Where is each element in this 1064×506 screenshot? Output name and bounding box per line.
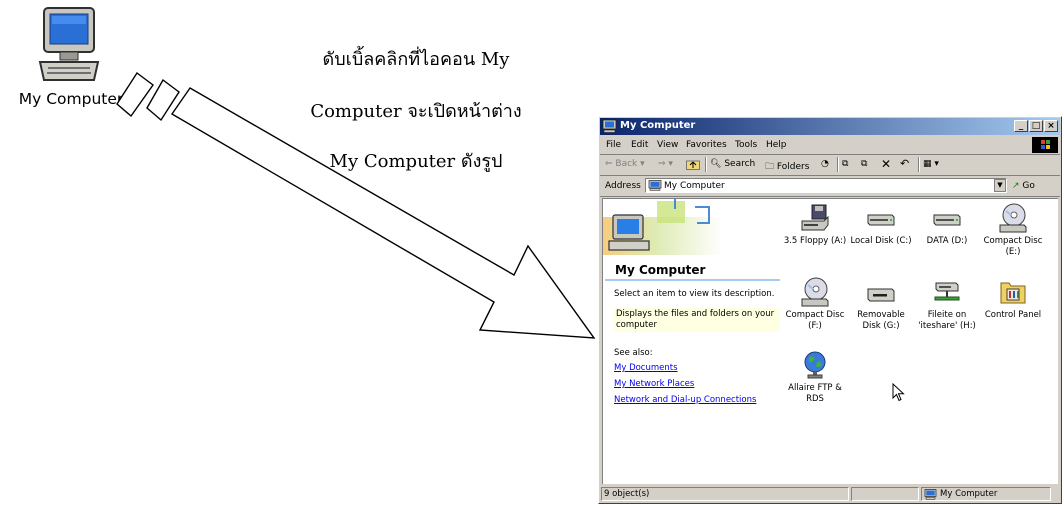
- back-label: Back: [615, 159, 638, 169]
- status-zone-panel: My Computer: [921, 487, 1051, 501]
- move-to-icon: ⧉: [842, 159, 849, 169]
- views-icon: ▦: [923, 159, 932, 169]
- item-removable-g[interactable]: Removable Disk (G:): [847, 277, 915, 332]
- hard-disk-icon: [867, 214, 895, 226]
- item-label: DATA (D:): [926, 236, 968, 246]
- undo-button[interactable]: ↶: [900, 157, 909, 170]
- item-label: Local Disk (C:): [850, 236, 912, 246]
- up-folder-button[interactable]: [686, 159, 700, 173]
- search-button[interactable]: 🔍︎ Search: [710, 159, 755, 169]
- item-control-panel[interactable]: Control Panel: [979, 277, 1047, 321]
- globe-icon: [804, 351, 826, 379]
- menu-file[interactable]: File: [606, 140, 621, 150]
- status-empty-panel: [851, 487, 919, 501]
- item-cd-f[interactable]: Compact Disc (F:): [781, 277, 849, 332]
- maximize-button[interactable]: □: [1029, 120, 1043, 132]
- window-title: My Computer: [620, 120, 696, 131]
- menu-view[interactable]: View: [657, 140, 678, 150]
- search-icon: 🔍︎: [710, 159, 722, 169]
- menu-favorites[interactable]: Favorites: [686, 140, 727, 150]
- hard-disk-icon: [933, 214, 961, 226]
- my-computer-window: My Computer _ □ × File Edit View Favorit…: [598, 116, 1062, 504]
- copy-to-button[interactable]: ⧉: [861, 159, 867, 169]
- address-input[interactable]: My Computer ▼: [645, 178, 1007, 193]
- address-bar: Address My Computer ▼ ↗ Go: [600, 176, 1060, 197]
- item-network-h[interactable]: Fileite on 'iteshare' (H:): [913, 277, 981, 332]
- go-button[interactable]: ↗ Go: [1012, 181, 1035, 191]
- close-button[interactable]: ×: [1044, 120, 1058, 132]
- menu-edit[interactable]: Edit: [631, 140, 648, 150]
- computer-banner-icon: [603, 199, 785, 259]
- content-area: My Computer Select an item to view its d…: [602, 198, 1058, 484]
- description-box: Displays the files and folders on your c…: [614, 308, 780, 332]
- floppy-drive-icon: [801, 204, 829, 231]
- cd-drive-icon: [999, 203, 1027, 233]
- removable-disk-icon: [867, 288, 895, 302]
- forward-button[interactable]: ⇒ ▾: [658, 159, 673, 169]
- item-cd-e[interactable]: Compact Disc (E:): [979, 203, 1047, 258]
- minimize-button[interactable]: _: [1014, 120, 1028, 132]
- link-my-documents[interactable]: My Documents: [614, 363, 678, 373]
- move-to-button[interactable]: ⧉: [842, 159, 848, 169]
- chevron-down-icon[interactable]: ▼: [994, 179, 1006, 192]
- back-arrow-icon: ⇐: [605, 159, 613, 169]
- delete-icon: ✕: [881, 157, 892, 171]
- title-divider: [605, 279, 780, 281]
- folders-icon: 🗀: [765, 162, 775, 172]
- item-label: Fileite on 'iteshare' (H:): [918, 310, 976, 331]
- computer-icon: [602, 119, 617, 133]
- status-bar: 9 object(s) My Computer: [600, 486, 1060, 502]
- item-label: Compact Disc (E:): [983, 236, 1043, 257]
- windows-logo-icon: [1032, 137, 1058, 153]
- status-count-panel: 9 object(s): [601, 487, 849, 501]
- go-label: Go: [1022, 181, 1035, 191]
- menu-help[interactable]: Help: [766, 140, 787, 150]
- folders-label: Folders: [776, 162, 810, 172]
- computer-icon: [648, 180, 662, 191]
- item-label: Compact Disc (F:): [785, 310, 845, 331]
- delete-button[interactable]: ✕: [881, 157, 891, 171]
- item-label: 3.5 Floppy (A:): [783, 236, 847, 246]
- undo-icon: ↶: [900, 157, 910, 170]
- see-also-label: See also:: [614, 348, 653, 358]
- history-icon: ◔: [821, 159, 829, 169]
- mouse-cursor-icon: [892, 383, 905, 402]
- item-label: Allaire FTP & RDS: [788, 383, 842, 404]
- status-zone: My Computer: [940, 489, 998, 499]
- title-bar[interactable]: My Computer _ □ ×: [600, 118, 1060, 135]
- computer-icon: [924, 489, 937, 500]
- item-floppy-a[interactable]: 3.5 Floppy (A:): [781, 203, 849, 247]
- item-label: Removable Disk (G:): [857, 310, 905, 331]
- search-label: Search: [724, 159, 756, 169]
- folders-button[interactable]: 🗀 Folders: [765, 159, 809, 175]
- item-local-disk-c[interactable]: Local Disk (C:): [847, 203, 915, 247]
- left-pane-title: My Computer: [615, 263, 706, 277]
- item-data-d[interactable]: DATA (D:): [913, 203, 981, 247]
- go-arrow-icon: ↗: [1012, 181, 1020, 191]
- cd-drive-icon: [801, 277, 829, 307]
- standard-toolbar: ⇐ Back ▾ ⇒ ▾ 🔍︎ Search 🗀 Folders ◔ ⧉ ⧉ ✕…: [600, 155, 1060, 176]
- status-count: 9 object(s): [604, 489, 650, 499]
- item-allaire-ftp[interactable]: Allaire FTP & RDS: [781, 350, 849, 405]
- up-folder-icon: [686, 160, 700, 170]
- views-button[interactable]: ▦ ▾: [923, 159, 939, 169]
- history-button[interactable]: ◔: [821, 159, 829, 169]
- menu-tools[interactable]: Tools: [735, 140, 757, 150]
- link-my-network-places[interactable]: My Network Places: [614, 379, 694, 389]
- address-label: Address: [605, 181, 641, 191]
- network-drive-icon: [934, 282, 960, 301]
- forward-arrow-icon: ⇒: [658, 159, 666, 169]
- back-button[interactable]: ⇐ Back ▾: [605, 159, 645, 169]
- control-panel-icon: [1000, 282, 1026, 304]
- copy-to-icon: ⧉: [861, 159, 868, 169]
- link-network-dialup[interactable]: Network and Dial-up Connections: [614, 395, 756, 405]
- address-value: My Computer: [664, 181, 725, 191]
- menu-bar: File Edit View Favorites Tools Help: [600, 136, 1060, 155]
- item-label: Control Panel: [984, 310, 1042, 320]
- left-pane: My Computer Select an item to view its d…: [603, 199, 785, 484]
- select-prompt: Select an item to view its description.: [614, 289, 775, 299]
